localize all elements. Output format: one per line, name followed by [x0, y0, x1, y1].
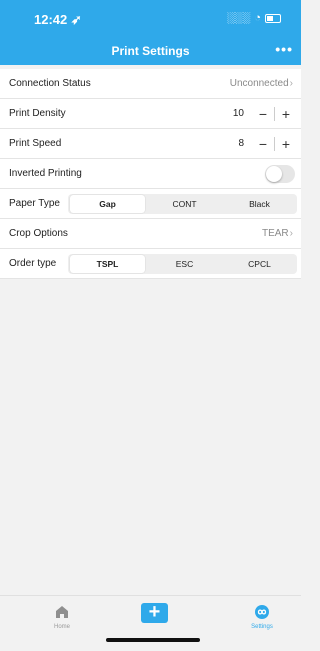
print-speed-row: Print Speed 8 − + [0, 129, 301, 159]
crop-value-text: TEAR [261, 228, 289, 239]
print-density-label: Print Density [9, 108, 66, 119]
add-button[interactable]: + [141, 602, 168, 623]
paper-type-cont[interactable]: CONT [147, 195, 222, 213]
location-arrow-icon: ➶ [70, 12, 82, 27]
print-density-value: 10 [232, 108, 244, 119]
status-icons: ░░░ ◔ [227, 12, 281, 24]
print-density-stepper: 10 − + [233, 105, 297, 123]
tab-home-label: Home [53, 624, 70, 630]
status-time: 12:42 ➶ [34, 12, 82, 28]
time-text: 12:42 [34, 12, 68, 27]
connection-status-value: Unconnected› [230, 78, 293, 89]
top-bar: 12:42 ➶ ░░░ ◔ Print Settings ••• [0, 0, 301, 65]
wifi-icon: ◔ [254, 12, 261, 24]
inverted-printing-label: Inverted Printing [9, 168, 82, 179]
signal-icon: ░░░ [226, 12, 251, 24]
tab-settings-label: Settings [251, 624, 273, 630]
print-density-row: Print Density 10 − + [0, 99, 301, 129]
density-plus-button[interactable]: + [275, 105, 297, 123]
home-indicator [106, 638, 200, 642]
settings-icon [255, 605, 269, 619]
speed-plus-button[interactable]: + [275, 135, 297, 153]
settings-list: Connection Status Unconnected› Print Den… [0, 69, 301, 279]
chevron-right-icon: › [289, 228, 293, 239]
paper-type-segmented-control: Gap CONT Black [68, 194, 297, 214]
print-speed-stepper: 8 − + [238, 135, 297, 153]
print-speed-label: Print Speed [9, 138, 62, 149]
print-speed-value: 8 [238, 138, 244, 149]
speed-minus-button[interactable]: − [252, 135, 274, 153]
crop-options-value: TEAR› [262, 228, 293, 239]
paper-type-black[interactable]: Black [222, 195, 297, 213]
order-type-row: Order type TSPL ESC CPCL [0, 249, 301, 279]
connection-status-row[interactable]: Connection Status Unconnected› [0, 69, 301, 99]
order-type-tspl[interactable]: TSPL [70, 255, 145, 273]
more-icon[interactable]: ••• [275, 41, 293, 57]
toggle-knob [266, 165, 282, 182]
tab-bar: Home + Settings [0, 595, 301, 651]
paper-type-label: Paper Type [9, 198, 60, 209]
tab-settings[interactable]: Settings [242, 604, 282, 630]
chevron-right-icon: › [289, 78, 293, 89]
crop-options-row[interactable]: Crop Options TEAR› [0, 219, 301, 249]
tab-home[interactable]: Home [42, 604, 82, 630]
inverted-printing-toggle[interactable] [265, 164, 295, 183]
paper-type-row: Paper Type Gap CONT Black [0, 189, 301, 219]
battery-icon [265, 13, 281, 23]
home-icon [56, 606, 68, 618]
order-type-esc[interactable]: ESC [147, 255, 222, 273]
density-minus-button[interactable]: − [252, 105, 274, 123]
connection-value-text: Unconnected [229, 78, 289, 89]
crop-options-label: Crop Options [9, 228, 68, 239]
order-type-cpcl[interactable]: CPCL [222, 255, 297, 273]
inverted-printing-row: Inverted Printing [0, 159, 301, 189]
order-type-label: Order type [9, 258, 57, 269]
connection-status-label: Connection Status [9, 78, 91, 89]
paper-type-gap[interactable]: Gap [70, 195, 145, 213]
page-title: Print Settings [111, 44, 190, 58]
order-type-segmented-control: TSPL ESC CPCL [68, 254, 297, 274]
